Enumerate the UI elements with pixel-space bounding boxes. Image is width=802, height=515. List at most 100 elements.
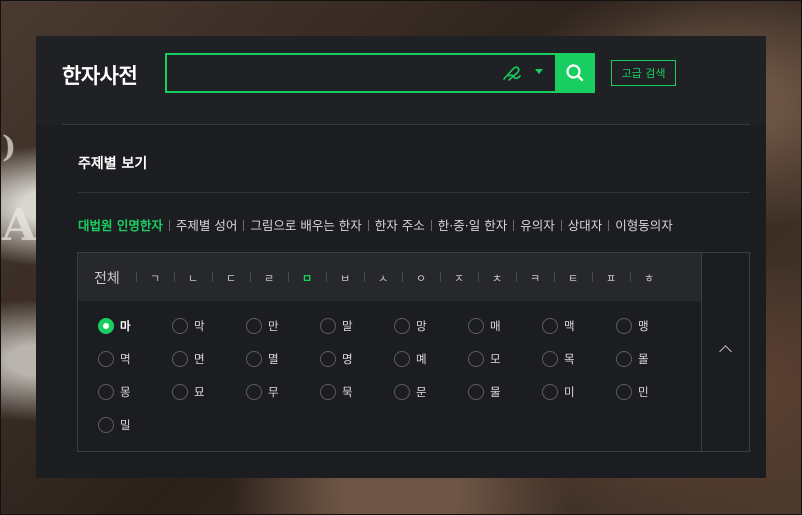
- letter-filter[interactable]: ㄴ: [188, 270, 198, 286]
- syllable-option[interactable]: 면: [172, 351, 205, 367]
- letter-separator: [402, 272, 403, 282]
- radio-button[interactable]: [542, 384, 558, 400]
- radio-button[interactable]: [542, 351, 558, 367]
- syllable-option[interactable]: 물: [468, 384, 501, 400]
- syllable-label: 멸: [268, 352, 279, 366]
- syllable-option[interactable]: 몰: [616, 351, 649, 367]
- radio-button[interactable]: [320, 351, 336, 367]
- radio-button[interactable]: [468, 384, 484, 400]
- syllable-option[interactable]: 맹: [616, 318, 649, 334]
- letter-filter[interactable]: ㅎ: [644, 270, 654, 286]
- letter-index-box: 전체 ㄱ ㄴ ㄷ ㄹ ㅁ ㅂ ㅅ ㅇ ㅈ ㅊ ㅋ ㅌ ㅍ ㅎ 마 막 만 말 망 매 맥 맹멱 면 멸 명 몌 모 목 몰몽 묘 무 묵 문 물…: [77, 252, 750, 452]
- radio-button[interactable]: [172, 351, 188, 367]
- radio-button[interactable]: [246, 384, 262, 400]
- category-tab[interactable]: 주제별 성어: [176, 215, 237, 234]
- letter-separator: [516, 272, 517, 282]
- collapse-toggle[interactable]: [701, 253, 750, 451]
- syllable-label: 미: [564, 385, 575, 399]
- letter-filter[interactable]: ㅈ: [454, 270, 464, 286]
- logo[interactable]: 한자사전: [62, 60, 138, 90]
- dictionary-panel: 한자사전 고급 검색 주제별 보기 대법원 인명한자 주제별 성어 그림으로 배우는…: [36, 36, 766, 478]
- radio-button[interactable]: [98, 417, 114, 433]
- caret-down-icon[interactable]: [535, 69, 543, 74]
- radio-button[interactable]: [394, 351, 410, 367]
- syllable-label: 매: [490, 319, 501, 333]
- syllable-option[interactable]: 맥: [542, 318, 575, 334]
- category-tab[interactable]: 대법원 인명한자: [78, 215, 163, 234]
- radio-button[interactable]: [468, 318, 484, 334]
- syllable-label: 무: [268, 385, 279, 399]
- syllable-option[interactable]: 망: [394, 318, 427, 334]
- category-tab[interactable]: 상대자: [568, 215, 603, 234]
- category-tab[interactable]: 한·중·일 한자: [438, 215, 507, 234]
- syllable-option[interactable]: 막: [172, 318, 205, 334]
- syllable-option[interactable]: 묘: [172, 384, 205, 400]
- category-tab[interactable]: 한자 주소: [375, 215, 425, 234]
- radio-button[interactable]: [320, 318, 336, 334]
- radio-button[interactable]: [616, 318, 632, 334]
- letter-filter[interactable]: ㅅ: [378, 270, 388, 286]
- radio-button[interactable]: [616, 384, 632, 400]
- letter-all[interactable]: 전체: [94, 268, 120, 288]
- letter-separator: [440, 272, 441, 282]
- letter-filter[interactable]: ㅋ: [530, 270, 540, 286]
- letter-filter[interactable]: ㅍ: [606, 270, 616, 286]
- letter-filter[interactable]: ㄱ: [150, 270, 160, 286]
- radio-button[interactable]: [468, 351, 484, 367]
- syllable-option[interactable]: 묵: [320, 384, 353, 400]
- radio-button[interactable]: [246, 351, 262, 367]
- syllable-label: 망: [416, 319, 427, 333]
- syllable-option[interactable]: 매: [468, 318, 501, 334]
- letter-filter[interactable]: ㅌ: [568, 270, 578, 286]
- letter-filter[interactable]: ㅊ: [492, 270, 502, 286]
- syllable-option[interactable]: 모: [468, 351, 501, 367]
- letter-filter[interactable]: ㄷ: [226, 270, 236, 286]
- handwriting-icon[interactable]: [501, 63, 525, 83]
- syllable-option[interactable]: 멸: [246, 351, 279, 367]
- letter-filter[interactable]: ㅁ: [302, 270, 312, 286]
- category-tab[interactable]: 유의자: [520, 215, 555, 234]
- section-title: 주제별 보기: [78, 156, 148, 172]
- letter-filter[interactable]: ㄹ: [264, 270, 274, 286]
- syllable-option[interactable]: 문: [394, 384, 427, 400]
- syllable-option[interactable]: 민: [616, 384, 649, 400]
- radio-button[interactable]: [246, 318, 262, 334]
- category-tab[interactable]: 그림으로 배우는 한자: [250, 215, 361, 234]
- background-deco: A: [2, 200, 37, 251]
- radio-button[interactable]: [542, 318, 558, 334]
- syllable-option[interactable]: 말: [320, 318, 353, 334]
- radio-button[interactable]: [394, 318, 410, 334]
- letter-bar: 전체 ㄱ ㄴ ㄷ ㄹ ㅁ ㅂ ㅅ ㅇ ㅈ ㅊ ㅋ ㅌ ㅍ ㅎ: [78, 253, 701, 301]
- letter-filter[interactable]: ㅂ: [340, 270, 350, 286]
- radio-button[interactable]: [98, 351, 114, 367]
- syllable-option[interactable]: 목: [542, 351, 575, 367]
- advanced-search-button[interactable]: 고급 검색: [611, 60, 676, 86]
- radio-button[interactable]: [98, 318, 114, 334]
- radio-button[interactable]: [172, 384, 188, 400]
- syllable-option[interactable]: 만: [246, 318, 279, 334]
- letter-separator: [174, 272, 175, 282]
- radio-button[interactable]: [98, 384, 114, 400]
- letter-separator: [250, 272, 251, 282]
- radio-button[interactable]: [616, 351, 632, 367]
- syllable-option[interactable]: 명: [320, 351, 353, 367]
- radio-button[interactable]: [172, 318, 188, 334]
- syllable-label: 맹: [638, 319, 649, 333]
- radio-button[interactable]: [320, 384, 336, 400]
- syllable-option[interactable]: 미: [542, 384, 575, 400]
- letter-filter[interactable]: ㅇ: [416, 270, 426, 286]
- category-tab[interactable]: 이형동의자: [615, 215, 673, 234]
- syllable-label: 묵: [342, 385, 353, 399]
- syllable-label: 맥: [564, 319, 575, 333]
- search-input[interactable]: [175, 61, 499, 87]
- category-separator: [513, 220, 515, 231]
- search-button[interactable]: [555, 53, 595, 93]
- syllable-option[interactable]: 몌: [394, 351, 427, 367]
- syllable-option[interactable]: 몽: [98, 384, 131, 400]
- syllable-option[interactable]: 무: [246, 384, 279, 400]
- syllable-option[interactable]: 마: [98, 318, 131, 334]
- syllable-option[interactable]: 멱: [98, 351, 131, 367]
- letter-separator: [364, 272, 365, 282]
- radio-button[interactable]: [394, 384, 410, 400]
- syllable-option[interactable]: 밀: [98, 417, 131, 433]
